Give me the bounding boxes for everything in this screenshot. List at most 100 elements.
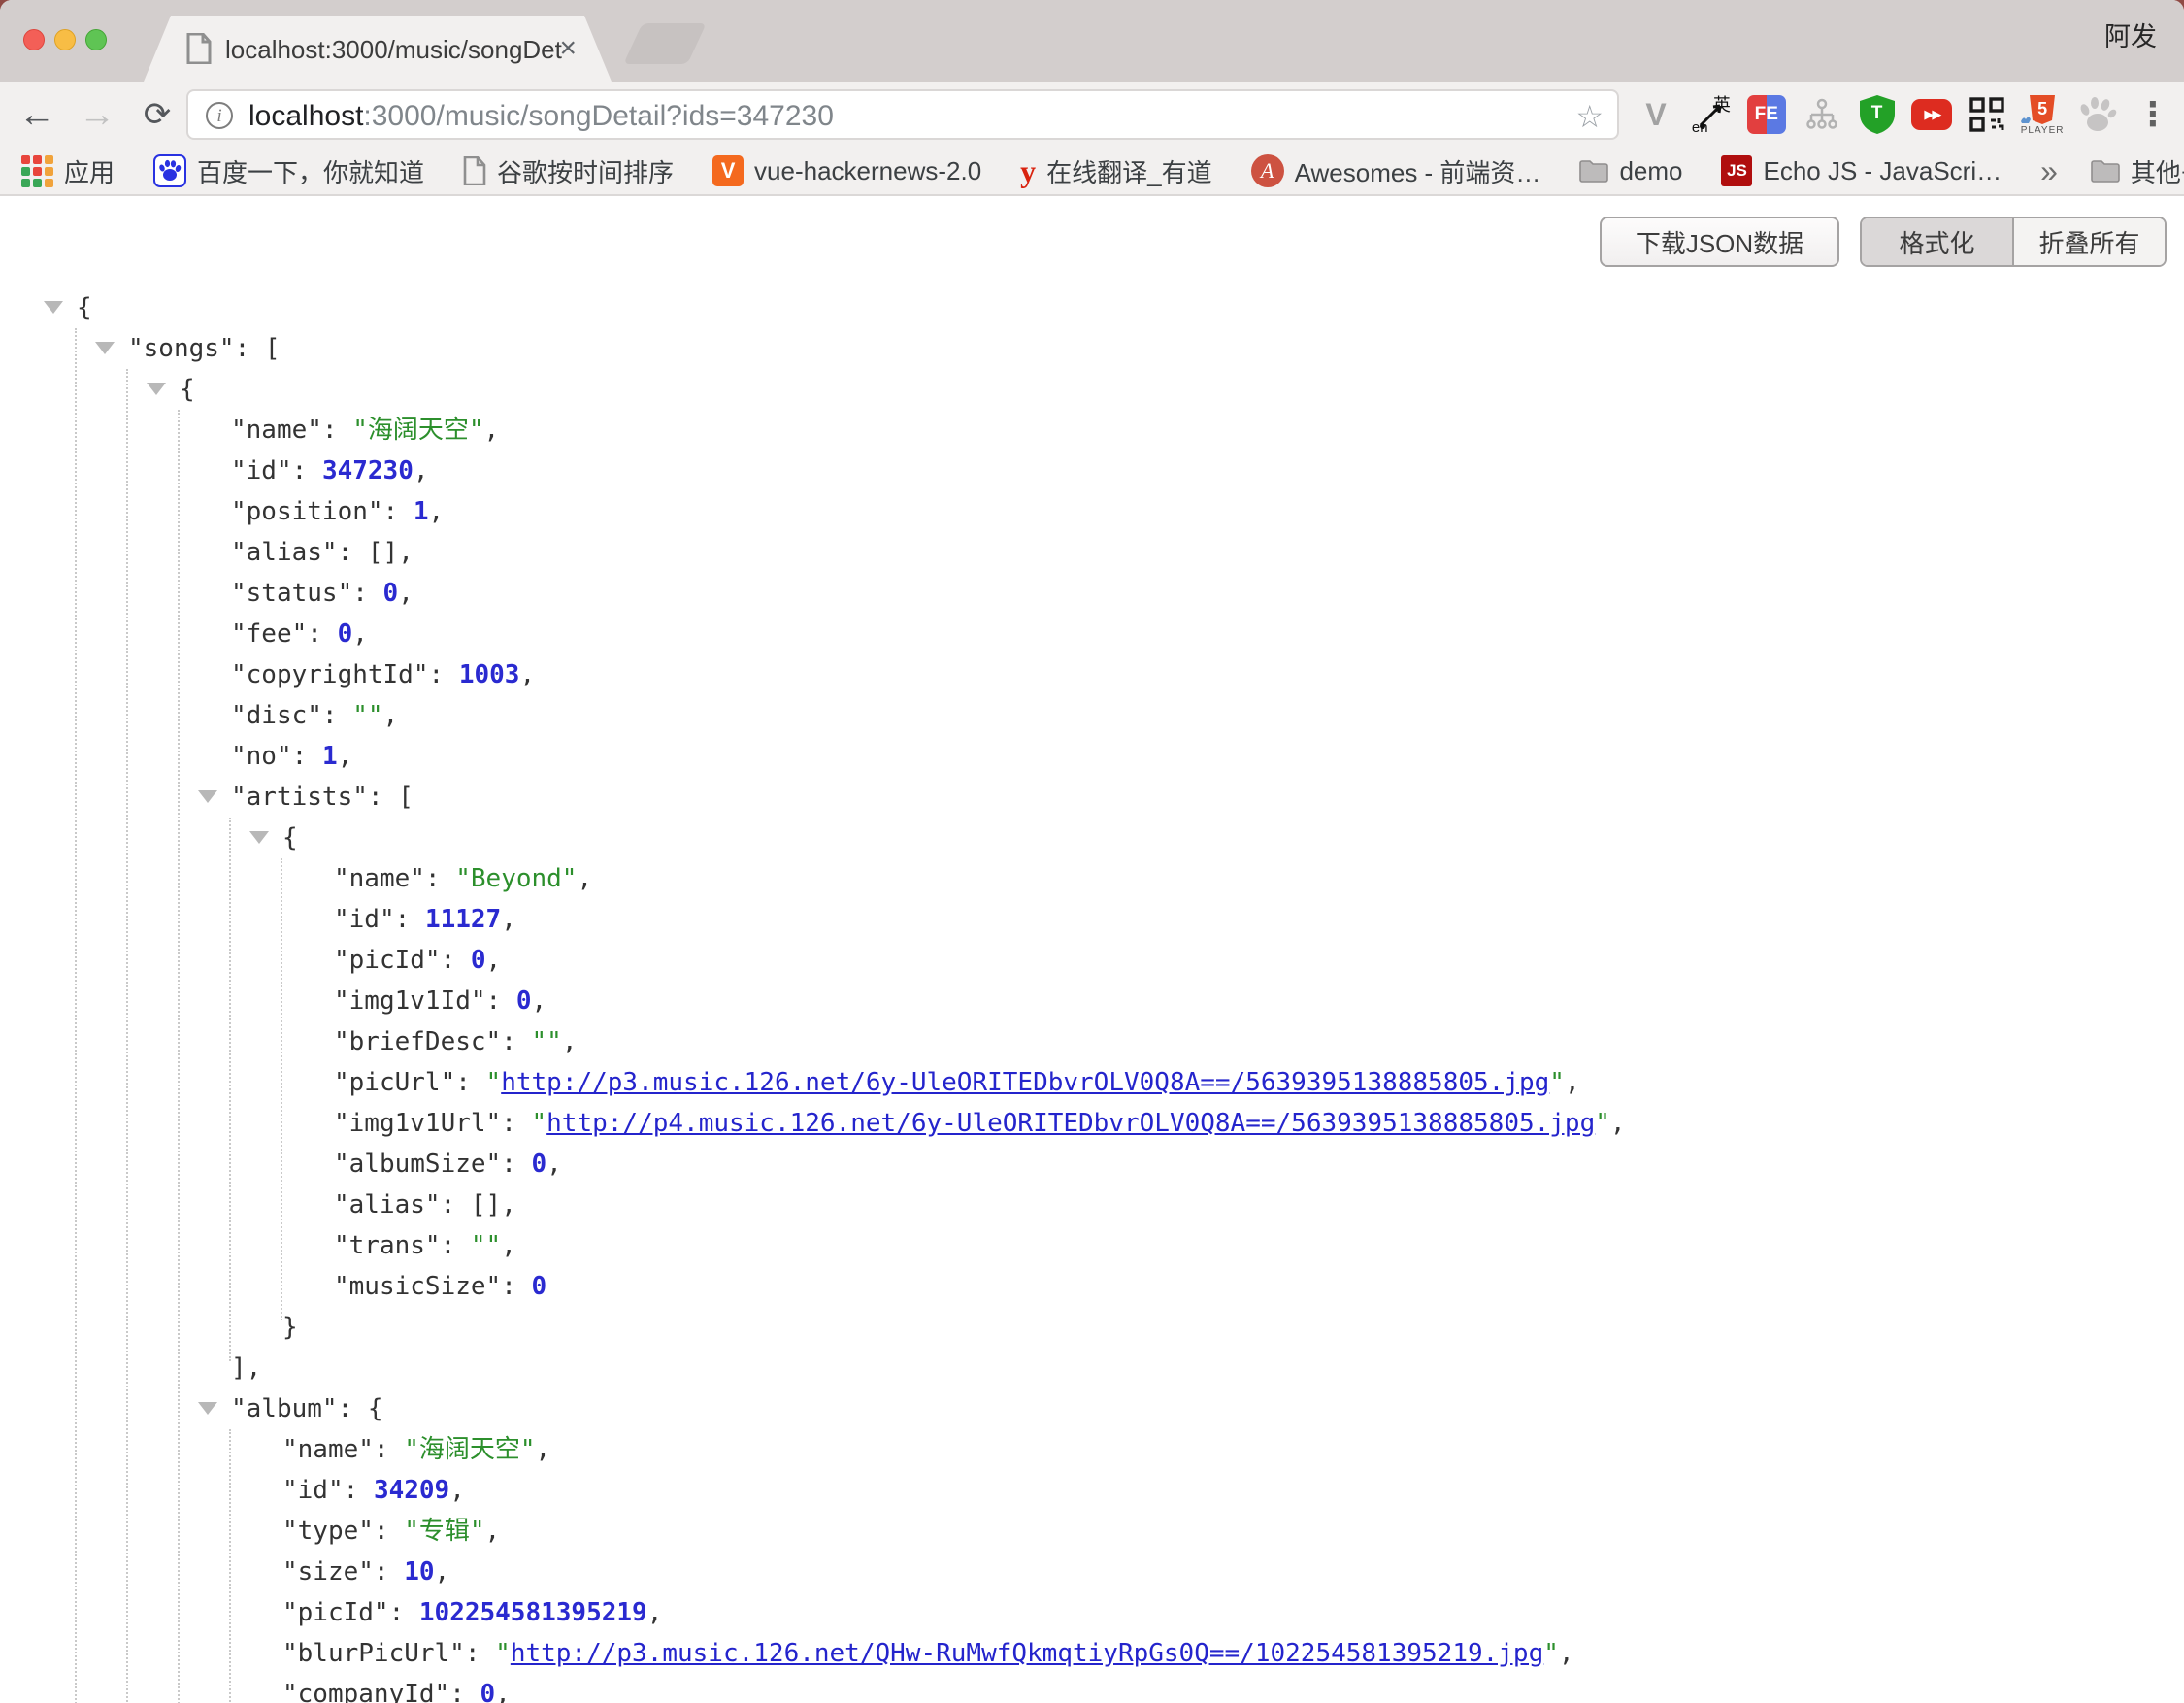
tab-strip: localhost:3000/music/songDet × 阿发 xyxy=(0,0,2184,82)
format-button[interactable]: 格式化 xyxy=(1862,218,2014,265)
fe-extension-icon[interactable]: FE xyxy=(1745,89,1788,140)
collapse-arrow-icon[interactable] xyxy=(249,831,269,844)
json-token: "trans" xyxy=(334,1231,441,1260)
json-token: : xyxy=(486,986,516,1016)
json-token: " xyxy=(495,1639,511,1668)
tampermonkey-extension-icon[interactable]: T xyxy=(1856,89,1899,140)
json-token: , xyxy=(485,1517,501,1546)
json-token: , xyxy=(1610,1109,1626,1138)
collapse-arrow-icon[interactable] xyxy=(44,301,63,314)
other-bookmarks-folder[interactable]: 其他书签 xyxy=(2091,153,2184,189)
json-token: : xyxy=(501,1109,531,1138)
json-link[interactable]: http://p3.music.126.net/6y-UleORITEDbvrO… xyxy=(501,1068,1549,1097)
window-minimize-button[interactable] xyxy=(54,29,76,50)
translate-extension-icon[interactable]: 英 en xyxy=(1690,89,1733,140)
json-token: , xyxy=(383,701,399,730)
json-link[interactable]: http://p4.music.126.net/6y-UleORITEDbvrO… xyxy=(546,1109,1595,1138)
fast-forward-extension-icon[interactable]: ▶▶ xyxy=(1910,89,1953,140)
json-token: ], xyxy=(231,1353,261,1383)
profile-name[interactable]: 阿发 xyxy=(2104,16,2157,53)
json-token: , xyxy=(435,1557,450,1586)
json-token: { xyxy=(77,293,92,322)
json-line: "no": 1, xyxy=(0,736,2184,777)
json-token: , xyxy=(352,619,368,649)
youdao-icon: y xyxy=(1020,153,1036,189)
json-token: "id" xyxy=(334,905,395,934)
bookmark-baidu[interactable]: 百度一下，你就知道 xyxy=(153,153,424,189)
json-token: " xyxy=(1549,1068,1565,1097)
browser-toolbar: ← → ⟳ i localhost:3000/music/songDetail?… xyxy=(0,82,2184,148)
json-token: "" xyxy=(352,701,382,730)
collapse-arrow-icon[interactable] xyxy=(95,342,115,354)
json-line: "img1v1Url": "http://p4.music.126.net/6y… xyxy=(0,1103,2184,1144)
json-token: "disc" xyxy=(231,701,322,730)
json-line: { xyxy=(0,287,2184,328)
json-token: , xyxy=(647,1598,663,1627)
json-token: 0 xyxy=(471,946,486,975)
tab-close-icon[interactable]: × xyxy=(559,31,577,66)
browser-window: localhost:3000/music/songDet × 阿发 ← → ⟳ … xyxy=(0,0,2184,1703)
json-token: "海阔天空" xyxy=(404,1435,535,1464)
site-info-icon[interactable]: i xyxy=(206,102,233,129)
window-close-button[interactable] xyxy=(23,29,45,50)
json-line: { xyxy=(0,369,2184,410)
json-token: "fee" xyxy=(231,619,307,649)
bookmark-vue-hackernews[interactable]: V vue-hackernews-2.0 xyxy=(712,155,981,186)
bookmark-star-icon[interactable]: ☆ xyxy=(1575,98,1604,135)
bookmark-youdao[interactable]: y 在线翻译_有道 xyxy=(1020,153,1211,189)
bookmark-google-sort[interactable]: 谷歌按时间排序 xyxy=(463,153,674,189)
reload-button[interactable]: ⟳ xyxy=(130,87,184,142)
bookmark-folder-demo[interactable]: demo xyxy=(1579,156,1682,186)
back-button[interactable]: ← xyxy=(10,87,64,142)
json-token: : xyxy=(425,864,455,893)
window-zoom-button[interactable] xyxy=(85,29,107,50)
apps-grid-icon xyxy=(21,155,53,187)
url-host: localhost xyxy=(248,100,363,132)
qr-code-extension-icon[interactable] xyxy=(1966,89,2008,140)
json-line: { xyxy=(0,818,2184,858)
bookmarks-overflow-chevron[interactable]: » xyxy=(2040,153,2058,189)
json-token: : xyxy=(292,456,322,485)
new-tab-button[interactable] xyxy=(623,23,707,64)
json-line: "disc": "", xyxy=(0,695,2184,736)
claw-extension-icon[interactable] xyxy=(2076,89,2119,140)
json-token: "id" xyxy=(282,1476,344,1505)
sitemap-extension-icon[interactable] xyxy=(1801,89,1843,140)
json-token: : xyxy=(383,497,414,526)
bookmark-awesomes[interactable]: A Awesomes - 前端资… xyxy=(1251,153,1541,189)
bookmark-apps[interactable]: 应用 xyxy=(21,153,115,189)
address-bar[interactable]: i localhost:3000/music/songDetail?ids=34… xyxy=(186,89,1619,140)
json-token: "type" xyxy=(282,1517,374,1546)
browser-menu-icon[interactable]: ⋮ xyxy=(2132,89,2174,140)
json-line: "picId": 102254581395219, xyxy=(0,1592,2184,1633)
json-token: : xyxy=(395,905,425,934)
bookmark-echojs[interactable]: JS Echo JS - JavaScri… xyxy=(1721,155,2002,186)
json-line: "songs": [ xyxy=(0,328,2184,369)
json-link[interactable]: http://p3.music.126.net/QHw-RuMwfQkmqtiy… xyxy=(511,1639,1543,1668)
collapse-all-button[interactable]: 折叠所有 xyxy=(2014,218,2165,265)
json-line: "alias": [], xyxy=(0,1185,2184,1225)
json-token: : [ xyxy=(235,334,281,363)
json-token: "alias" xyxy=(334,1190,441,1219)
json-token: "companyId" xyxy=(282,1680,449,1703)
collapse-arrow-icon[interactable] xyxy=(198,790,217,803)
json-token: "status" xyxy=(231,579,352,608)
folder-icon xyxy=(2091,159,2120,183)
json-token: "海阔天空" xyxy=(352,416,483,445)
json-token: "" xyxy=(532,1027,562,1056)
json-token: : xyxy=(449,1680,480,1703)
json-token: } xyxy=(282,1313,298,1342)
json-line: "position": 1, xyxy=(0,491,2184,532)
forward-button[interactable]: → xyxy=(70,87,124,142)
collapse-arrow-icon[interactable] xyxy=(147,383,166,395)
vue-devtools-extension-icon[interactable]: V xyxy=(1635,89,1677,140)
json-token: 10 xyxy=(404,1557,434,1586)
collapse-arrow-icon[interactable] xyxy=(198,1402,217,1415)
browser-tab[interactable]: localhost:3000/music/songDet × xyxy=(144,16,612,82)
html5-player-extension-icon[interactable]: 5 PLAYER xyxy=(2021,89,2064,140)
json-token: : xyxy=(344,1476,374,1505)
awesomes-icon: A xyxy=(1251,154,1284,187)
download-json-button[interactable]: 下载JSON数据 xyxy=(1600,217,1839,267)
json-token: , xyxy=(1565,1068,1580,1097)
json-token: , xyxy=(501,905,516,934)
